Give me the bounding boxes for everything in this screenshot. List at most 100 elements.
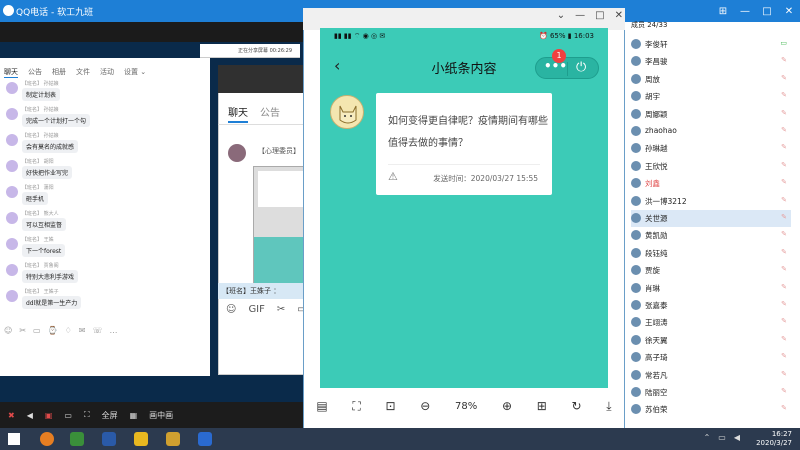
scissors-icon[interactable]: ✂ (19, 326, 26, 335)
member-row[interactable]: 刘鑫 ✎ (631, 175, 791, 192)
member-name: 高子琦 (645, 353, 668, 363)
maximize-button[interactable]: □ (595, 10, 604, 21)
qq-icon[interactable] (198, 432, 212, 446)
fullscreen-label[interactable]: 全屏 (102, 410, 118, 421)
warning-icon[interactable]: ⚠ (388, 170, 398, 183)
tab-chat[interactable]: 聊天 (4, 67, 18, 78)
gift-icon[interactable]: ♢ (65, 326, 72, 335)
member-row[interactable]: 关世源 ✎ (631, 210, 791, 227)
member-row[interactable]: 王翊涛 ✎ (631, 314, 791, 331)
avatar (228, 144, 246, 162)
zoom-in-icon[interactable]: ⊕ (502, 399, 512, 413)
clock-time: 16:27 (771, 430, 792, 438)
close-button[interactable]: ✕ (778, 0, 800, 22)
phone-status-bar: ▮▮ ▮▮ ⌔ ◉ ◎ ✉ ⏰ 65% ▮ 16:03 (320, 28, 608, 46)
message-bubble: 会有莫名的成就感 (22, 140, 79, 153)
member-row[interactable]: 洪一博3212 ✎ (631, 193, 791, 210)
chat-message: 【班名】 贾鲁阁 特别大悲利手游戏 (6, 262, 196, 288)
sublime-icon[interactable] (134, 432, 148, 446)
rotate-icon[interactable]: ↻ (572, 399, 582, 413)
gif-icon[interactable]: GIF (248, 304, 264, 315)
mic-muted-icon: ✎ (781, 404, 787, 413)
member-row[interactable]: 肖琳 ✎ (631, 280, 791, 297)
screen-share-icon[interactable]: ▭ (64, 411, 72, 420)
more-icon[interactable]: … (109, 326, 117, 335)
clock-icon[interactable]: ⌚ (48, 326, 58, 335)
app-icon[interactable] (102, 432, 116, 446)
message-bubble: 制定计划表 (22, 88, 61, 101)
member-row[interactable]: 李俊轩 ▭ (631, 36, 791, 53)
photos-icon[interactable] (70, 432, 84, 446)
tab-notice[interactable]: 公告 (28, 67, 42, 78)
download-icon[interactable]: ⤓ (606, 399, 611, 414)
pip-label[interactable]: 画中画 (149, 410, 173, 421)
member-row[interactable]: 周放 ✎ (631, 71, 791, 88)
zoom-out-icon[interactable]: ⊖ (420, 399, 430, 413)
member-name: 周娜颖 (645, 109, 668, 119)
chat-message: 【班名】 王姝子 ddl就是第一生产力 (6, 288, 196, 314)
camera-off-icon[interactable]: ▣ (45, 411, 53, 420)
mail-icon[interactable]: ✉ (79, 326, 86, 335)
firefox-icon[interactable] (40, 432, 54, 446)
member-row[interactable]: zhaohao ✎ (631, 123, 791, 140)
actual-size-icon[interactable]: ⊞ (537, 399, 547, 413)
member-row[interactable]: 张嘉泰 ✎ (631, 297, 791, 314)
tab-files[interactable]: 文件 (76, 67, 90, 78)
member-row[interactable]: 王欣悦 ✎ (631, 158, 791, 175)
minimize-button[interactable]: — (734, 0, 756, 22)
avatar (631, 178, 641, 189)
avatar (631, 73, 641, 84)
power-icon[interactable]: ⏻ (576, 60, 586, 75)
windows-start-icon[interactable] (8, 433, 20, 445)
mic-muted-icon: ✎ (781, 56, 787, 65)
member-row[interactable]: 段钰纯 ✎ (631, 245, 791, 262)
mic-muted-icon: ✎ (781, 73, 787, 82)
window-title: QQ电话 - 软工九班 (16, 8, 94, 18)
volume-icon[interactable]: ◀ (734, 433, 740, 442)
member-row[interactable]: 孙琳越 ✎ (631, 140, 791, 157)
screenshot-icon[interactable]: ⛶ (352, 399, 360, 414)
maximize-button[interactable]: □ (756, 0, 778, 22)
emoji-icon[interactable]: ☺ (4, 326, 12, 335)
chevron-up-icon[interactable]: ⌃ (704, 433, 711, 442)
member-row[interactable]: 陆丽空 ✎ (631, 384, 791, 401)
mic-muted-icon[interactable]: ✖ (8, 411, 15, 420)
folder-icon[interactable]: ▭ (33, 326, 41, 335)
member-row[interactable]: 胡宇 ✎ (631, 88, 791, 105)
scissors-icon[interactable]: ✂ (277, 304, 285, 315)
layout-icon[interactable]: ▤ (316, 399, 327, 413)
tab-chat-mid[interactable]: 聊天 (228, 104, 248, 123)
fit-screen-icon[interactable]: ⊡ (386, 399, 396, 413)
member-row[interactable]: 李昌骏 ✎ (631, 53, 791, 70)
fullscreen-icon[interactable]: ⛶ (84, 410, 90, 420)
tab-activity[interactable]: 活动 (100, 67, 114, 78)
mic-muted-icon: ✎ (781, 369, 787, 378)
avatar (6, 264, 18, 276)
sender-name: 【班名】 孙姑娘 (22, 133, 59, 139)
member-row[interactable]: 常若凡 ✎ (631, 367, 791, 384)
taskbar: ⌃ ▭ ◀ 16:27 2020/3/27 (0, 428, 800, 450)
tab-album[interactable]: 相册 (52, 67, 66, 78)
speaker-icon[interactable]: ◀ (27, 411, 33, 420)
network-icon[interactable]: ▭ (718, 433, 726, 442)
member-row[interactable]: 贾旋 ✎ (631, 262, 791, 279)
note-card: 如何变得更自律呢？疫情期间有哪些值得去做的事情？ ⚠ 发送时间：2020/03/… (376, 93, 552, 195)
pip-icon[interactable]: ▦ (130, 411, 138, 420)
phone-icon[interactable]: ☏ (92, 326, 102, 335)
tab-settings[interactable]: 设置 ⌄ (124, 67, 146, 78)
sender-name: 【班名】 熊大人 (22, 211, 59, 217)
close-button[interactable]: ✕ (615, 10, 623, 21)
member-row[interactable]: 高子琦 ✎ (631, 349, 791, 366)
member-row[interactable]: 苏伯荣 ✎ (631, 401, 791, 418)
emoji-icon[interactable]: ☺ (226, 304, 236, 315)
member-row[interactable]: 徐天翼 ✎ (631, 332, 791, 349)
member-name: 常若凡 (645, 370, 668, 380)
chevron-down-icon[interactable]: ⌄ (557, 10, 565, 21)
layout-icon[interactable]: ⊞ (712, 0, 734, 22)
clock[interactable]: 16:27 2020/3/27 (756, 430, 792, 448)
tab-notice-mid[interactable]: 公告 (260, 104, 280, 123)
member-row[interactable]: 黄凯勋 ✎ (631, 227, 791, 244)
member-row[interactable]: 周娜颖 ✎ (631, 106, 791, 123)
folder-icon[interactable] (166, 432, 180, 446)
minimize-button[interactable]: — (575, 10, 585, 21)
